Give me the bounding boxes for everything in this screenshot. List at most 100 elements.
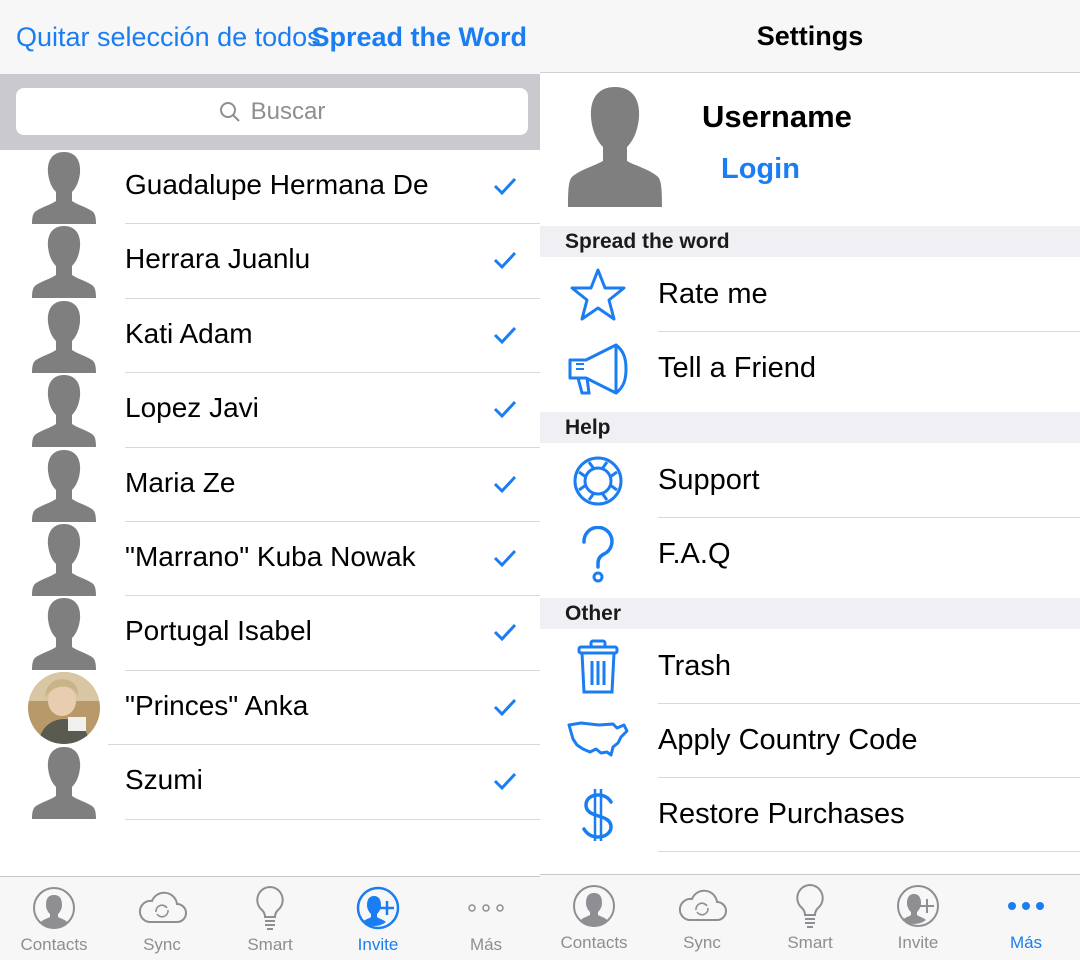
avatar-placeholder-icon	[568, 87, 662, 207]
nav-bar: Quitar selección de todos Spread the Wor…	[0, 0, 540, 74]
lifebuoy-icon	[573, 456, 623, 506]
settings-item-trash[interactable]: Trash	[540, 630, 1080, 704]
search-bar: Buscar	[0, 74, 540, 150]
list-item[interactable]: "Princes" Anka	[0, 671, 540, 746]
avatar-placeholder-icon	[32, 747, 96, 820]
contact-name: Maria Ze	[125, 466, 236, 498]
tab-invite[interactable]: Invite	[864, 881, 972, 953]
checkmark-icon	[493, 698, 517, 716]
divider	[125, 818, 540, 820]
settings-item-tell-a-friend[interactable]: Tell a Friend	[540, 332, 1080, 406]
tab-label: Sync	[683, 933, 721, 952]
divider	[658, 851, 1080, 852]
contact-name: Herrara Juanlu	[125, 243, 311, 275]
tab-sync[interactable]: Sync	[108, 883, 216, 955]
settings-item-label: Trash	[658, 650, 732, 682]
profile-card: Username Login	[540, 73, 1080, 226]
deselect-all-button[interactable]: Quitar selección de todos	[16, 22, 321, 53]
search-icon	[219, 101, 240, 122]
trash-icon	[577, 639, 619, 694]
contact-name: Lopez Javi	[125, 392, 259, 424]
invite-screen: Quitar selección de todos Spread the Wor…	[0, 0, 540, 960]
tab-more[interactable]: Más	[432, 883, 540, 955]
avatar-placeholder-icon	[32, 300, 96, 373]
tab-label: Más	[469, 935, 503, 954]
megaphone-icon	[568, 343, 628, 395]
checkmark-icon	[493, 326, 517, 344]
avatar-placeholder-icon	[32, 598, 96, 671]
usa-map-icon	[567, 721, 629, 757]
contact-name: Guadalupe Hermana De	[125, 169, 429, 200]
contact-name: "Marrano" Kuba Nowak	[125, 540, 416, 572]
tab-label: Contacts	[20, 935, 88, 954]
list-item[interactable]: "Marrano" Kuba Nowak	[0, 522, 540, 597]
settings-item-label: Tell a Friend	[658, 352, 816, 384]
contacts-icon	[33, 887, 75, 929]
settings-item-label: Support	[658, 464, 760, 496]
settings-item-label: Apply Country Code	[658, 724, 918, 756]
checkmark-icon	[493, 252, 517, 270]
contact-name: "Princes" Anka	[125, 689, 309, 721]
nav-bar: Settings	[540, 0, 1080, 73]
invite-icon	[356, 886, 400, 930]
avatar-placeholder-icon	[32, 449, 96, 522]
cloud-sync-icon	[138, 891, 187, 923]
avatar-placeholder-icon	[32, 375, 96, 448]
lightbulb-icon	[256, 885, 284, 930]
tab-bar: Contacts Sync Smart Invite Más	[540, 874, 1080, 960]
list-item[interactable]: Maria Ze	[0, 448, 540, 522]
tab-more[interactable]: Más	[972, 881, 1080, 953]
list-item[interactable]: Lopez Javi	[0, 373, 540, 448]
settings-item-restore-purchases[interactable]: Restore Purchases	[540, 778, 1080, 852]
settings-item-rate-me[interactable]: Rate me	[540, 258, 1080, 332]
contact-name: Portugal Isabel	[125, 615, 312, 647]
tab-label: Más	[1009, 933, 1043, 952]
contact-name: Szumi	[125, 764, 203, 796]
checkmark-icon	[493, 401, 517, 419]
tab-contacts[interactable]: Contacts	[540, 881, 648, 953]
avatar-placeholder-icon	[32, 152, 96, 224]
tab-contacts[interactable]: Contacts	[0, 883, 108, 955]
tab-smart[interactable]: Smart	[216, 883, 324, 955]
checkmark-icon	[493, 624, 517, 642]
username: Username	[702, 99, 852, 134]
more-icon	[468, 904, 504, 912]
checkmark-icon	[493, 475, 517, 493]
invite-icon	[897, 885, 939, 927]
avatar-placeholder-icon	[32, 523, 96, 596]
list-item[interactable]: Guadalupe Hermana De	[0, 150, 540, 225]
avatar-placeholder-icon	[32, 226, 96, 299]
lightbulb-icon	[796, 883, 824, 928]
tab-sync[interactable]: Sync	[648, 881, 756, 953]
checkmark-icon	[493, 773, 517, 791]
login-button[interactable]: Login	[721, 153, 800, 186]
tab-invite[interactable]: Invite	[324, 883, 432, 955]
settings-item-label: F.A.Q	[658, 538, 731, 570]
tab-bar: Contacts Sync Smart Invite Más	[0, 876, 540, 960]
settings-screen: Settings Username Login Spread the word …	[540, 0, 1080, 960]
contact-photo	[28, 671, 100, 744]
list-item[interactable]: Kati Adam	[0, 299, 540, 374]
list-item[interactable]: Herrara Juanlu	[0, 224, 540, 299]
settings-item-label: Restore Purchases	[658, 798, 905, 830]
tab-label: Invite	[897, 933, 939, 952]
settings-item-support[interactable]: Support	[540, 444, 1080, 518]
section-header: Spread the word	[540, 226, 1080, 257]
tab-smart[interactable]: Smart	[756, 881, 864, 953]
settings-item-apply-country-code[interactable]: Apply Country Code	[540, 704, 1080, 778]
contact-list: Guadalupe Hermana De Herrara Juanlu Kati…	[0, 150, 540, 820]
list-item[interactable]: Portugal Isabel	[0, 596, 540, 671]
search-input[interactable]: Buscar	[16, 88, 528, 135]
tab-label: Smart	[787, 933, 833, 952]
contact-name: Kati Adam	[125, 317, 253, 349]
list-item[interactable]: Szumi	[0, 745, 540, 820]
section-header: Other	[540, 598, 1080, 629]
settings-item-label: Rate me	[658, 278, 768, 310]
checkmark-icon	[493, 549, 517, 568]
settings-item-faq[interactable]: F.A.Q	[540, 518, 1080, 592]
question-icon	[582, 526, 614, 583]
search-placeholder: Buscar	[250, 97, 326, 125]
tab-label: Smart	[247, 935, 293, 954]
more-icon	[1008, 902, 1044, 910]
tab-label: Contacts	[560, 933, 628, 952]
